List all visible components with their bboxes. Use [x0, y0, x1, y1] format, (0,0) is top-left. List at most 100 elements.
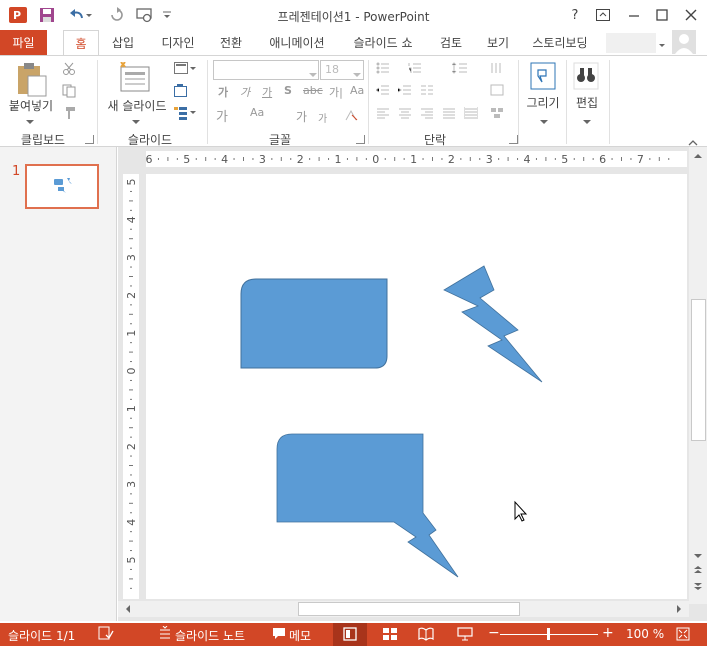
zoom-slider-thumb[interactable] [547, 628, 550, 640]
increase-indent-icon[interactable] [397, 84, 412, 96]
edit-dropdown-icon[interactable] [583, 114, 591, 128]
draw-button[interactable]: 그리기 [521, 94, 565, 111]
reset-icon[interactable] [174, 84, 188, 97]
zoom-in-icon[interactable]: + [602, 625, 614, 641]
new-slide-icon[interactable] [118, 61, 152, 94]
scroll-down-icon[interactable] [691, 549, 705, 563]
vertical-ruler-label: 2 [125, 292, 138, 299]
tab-slideshow[interactable]: 슬라이드 쇼 [347, 30, 419, 55]
smartart-icon[interactable] [490, 107, 504, 119]
clipboard-launcher-icon[interactable] [85, 135, 94, 144]
decrease-indent-icon[interactable] [375, 84, 390, 96]
group-font-label: 글꼴 [268, 133, 292, 147]
increase-font-icon[interactable]: 가 [296, 108, 307, 125]
shadow-icon[interactable]: S [284, 84, 292, 97]
rounded-rectangle-shape[interactable] [240, 278, 388, 369]
columns-icon[interactable] [420, 84, 434, 96]
slide-canvas[interactable] [146, 174, 687, 599]
notes-button[interactable]: 슬라이드 노트 [175, 627, 245, 644]
numbering-icon[interactable] [408, 62, 422, 74]
maximize-icon[interactable] [650, 4, 674, 26]
align-text-icon[interactable] [490, 84, 504, 96]
copy-icon[interactable] [62, 84, 76, 98]
vertical-scroll-thumb[interactable] [691, 299, 706, 441]
align-center-icon[interactable] [398, 107, 412, 119]
paste-icon[interactable] [14, 62, 48, 98]
account-area[interactable] [606, 33, 656, 53]
font-size-dropdown-icon[interactable] [353, 67, 361, 81]
horizontal-scroll-thumb[interactable] [298, 602, 520, 616]
tab-file[interactable]: 파일 [0, 30, 47, 55]
close-icon[interactable] [679, 4, 703, 26]
find-binoculars-icon[interactable] [573, 62, 599, 90]
reading-view-icon[interactable] [418, 627, 434, 644]
scroll-up-icon[interactable] [691, 149, 705, 163]
tab-view[interactable]: 보기 [480, 30, 516, 55]
tab-storyboarding[interactable]: 스토리보딩 [527, 30, 593, 55]
new-slide-button[interactable]: 새 슬라이드 [101, 97, 173, 114]
horizontal-scrollbar[interactable] [118, 601, 689, 617]
cut-icon[interactable] [62, 62, 76, 75]
help-button[interactable]: ? [563, 4, 587, 26]
draw-dropdown-icon[interactable] [540, 114, 548, 128]
font-launcher-icon[interactable] [356, 135, 365, 144]
tab-animations[interactable]: 애니메이션 [263, 30, 331, 55]
fit-to-window-icon[interactable] [676, 627, 690, 644]
tab-transitions[interactable]: 전환 [213, 30, 249, 55]
character-spacing-icon[interactable]: 가| [329, 84, 343, 100]
tab-home[interactable]: 홈 [63, 30, 99, 56]
strikethrough-icon[interactable]: abc [303, 84, 323, 97]
zoom-out-icon[interactable]: − [488, 625, 500, 641]
ribbon-display-options-icon[interactable] [591, 4, 615, 26]
slideshow-view-icon[interactable] [457, 627, 473, 644]
text-direction-icon[interactable] [490, 62, 504, 74]
horizontal-ruler[interactable]: 6 5 4 3 2 1 0 1 2 3 4 5 6 7 [146, 151, 687, 167]
bullets-icon[interactable] [376, 62, 390, 74]
font-style-icon[interactable]: Aa [250, 106, 264, 119]
zoom-level[interactable]: 100 % [626, 627, 664, 641]
paste-dropdown-icon[interactable] [26, 114, 34, 128]
section-icon[interactable] [174, 106, 196, 120]
decrease-font-icon[interactable]: 가 [318, 110, 327, 125]
italic-icon[interactable]: 가 [240, 84, 250, 100]
bold-icon[interactable]: 가 [218, 84, 228, 100]
paste-button[interactable]: 붙여넣기 [4, 97, 58, 114]
minimize-icon[interactable] [622, 4, 646, 26]
slide-thumbnail[interactable] [25, 164, 99, 209]
lightning-bolt-shape[interactable] [443, 265, 543, 383]
vertical-ruler[interactable]: 5 4 3 2 1 0 1 2 3 4 5 [123, 174, 139, 599]
ribbon-collapse-icon[interactable] [658, 38, 666, 52]
font-name-combo[interactable] [213, 60, 319, 80]
scroll-right-icon[interactable] [672, 602, 686, 616]
clear-formatting-icon[interactable] [344, 108, 358, 121]
title-bar: P 프레젠테이션1 - PowerPoint ? [0, 0, 707, 30]
distributed-icon[interactable] [463, 107, 479, 119]
comments-button[interactable]: 메모 [289, 627, 311, 644]
change-case-icon[interactable]: Aa [350, 84, 364, 97]
line-spacing-icon[interactable] [451, 62, 467, 74]
callout-shape[interactable] [276, 433, 459, 578]
next-slide-icon[interactable] [691, 579, 705, 593]
paragraph-launcher-icon[interactable] [509, 135, 518, 144]
underline-icon[interactable]: 가 [262, 84, 272, 100]
font-color-icon[interactable]: 가 [216, 106, 228, 125]
scroll-left-icon[interactable] [121, 602, 135, 616]
normal-view-button[interactable] [333, 623, 367, 646]
tab-review[interactable]: 검토 [433, 30, 469, 55]
vertical-scrollbar[interactable] [689, 147, 707, 604]
edit-button[interactable]: 편집 [566, 94, 608, 111]
font-name-dropdown-icon[interactable] [309, 67, 317, 81]
format-painter-icon[interactable] [62, 106, 76, 119]
align-right-icon[interactable] [420, 107, 434, 119]
previous-slide-icon[interactable] [691, 563, 705, 577]
draw-shapes-icon[interactable] [530, 62, 556, 90]
tab-design[interactable]: 디자인 [155, 30, 201, 55]
layout-icon[interactable] [174, 62, 196, 74]
align-left-icon[interactable] [376, 107, 390, 119]
spell-check-icon[interactable] [98, 626, 114, 643]
tab-insert[interactable]: 삽입 [105, 30, 141, 55]
new-slide-dropdown-icon[interactable] [132, 114, 140, 128]
user-avatar-icon[interactable] [672, 30, 696, 54]
justify-icon[interactable] [442, 107, 456, 119]
slide-sorter-view-icon[interactable] [382, 627, 398, 644]
